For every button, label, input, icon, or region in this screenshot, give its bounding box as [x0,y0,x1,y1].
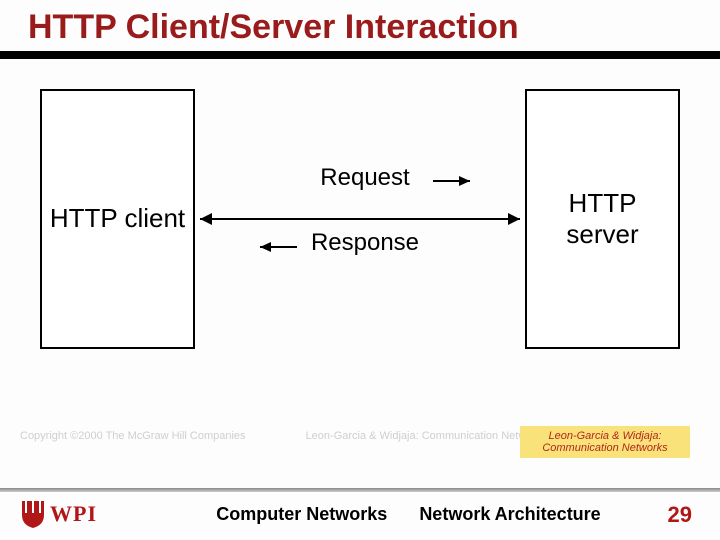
footer-divider [0,488,720,492]
attribution-box: Leon-Garcia & Widjaja: Communication Net… [520,426,690,458]
wpi-logo-text: WPI [50,501,97,527]
footer-topic: Network Architecture [419,504,600,525]
server-box: HTTP server [525,89,680,349]
page-number: 29 [668,502,692,528]
copyright-left: Copyright ©2000 The McGraw Hill Companie… [20,430,246,442]
http-diagram: HTTP client HTTP server Request Response [0,59,720,399]
server-label: HTTP server [533,188,672,250]
footer: WPI Computer Networks Network Architectu… [0,488,720,540]
arrows-icon [195,89,525,349]
client-box: HTTP client [40,89,195,349]
slide-title: HTTP Client/Server Interaction [28,8,700,47]
wpi-logo: WPI [20,499,97,529]
copyright-row: Copyright ©2000 The McGraw Hill Companie… [20,430,547,442]
footer-course: Computer Networks [216,504,387,525]
title-underline [0,51,720,59]
copyright-right: Leon-Garcia & Widjaja: Communication Net… [306,430,547,442]
wpi-crest-icon [20,499,46,529]
client-label: HTTP client [50,203,185,234]
